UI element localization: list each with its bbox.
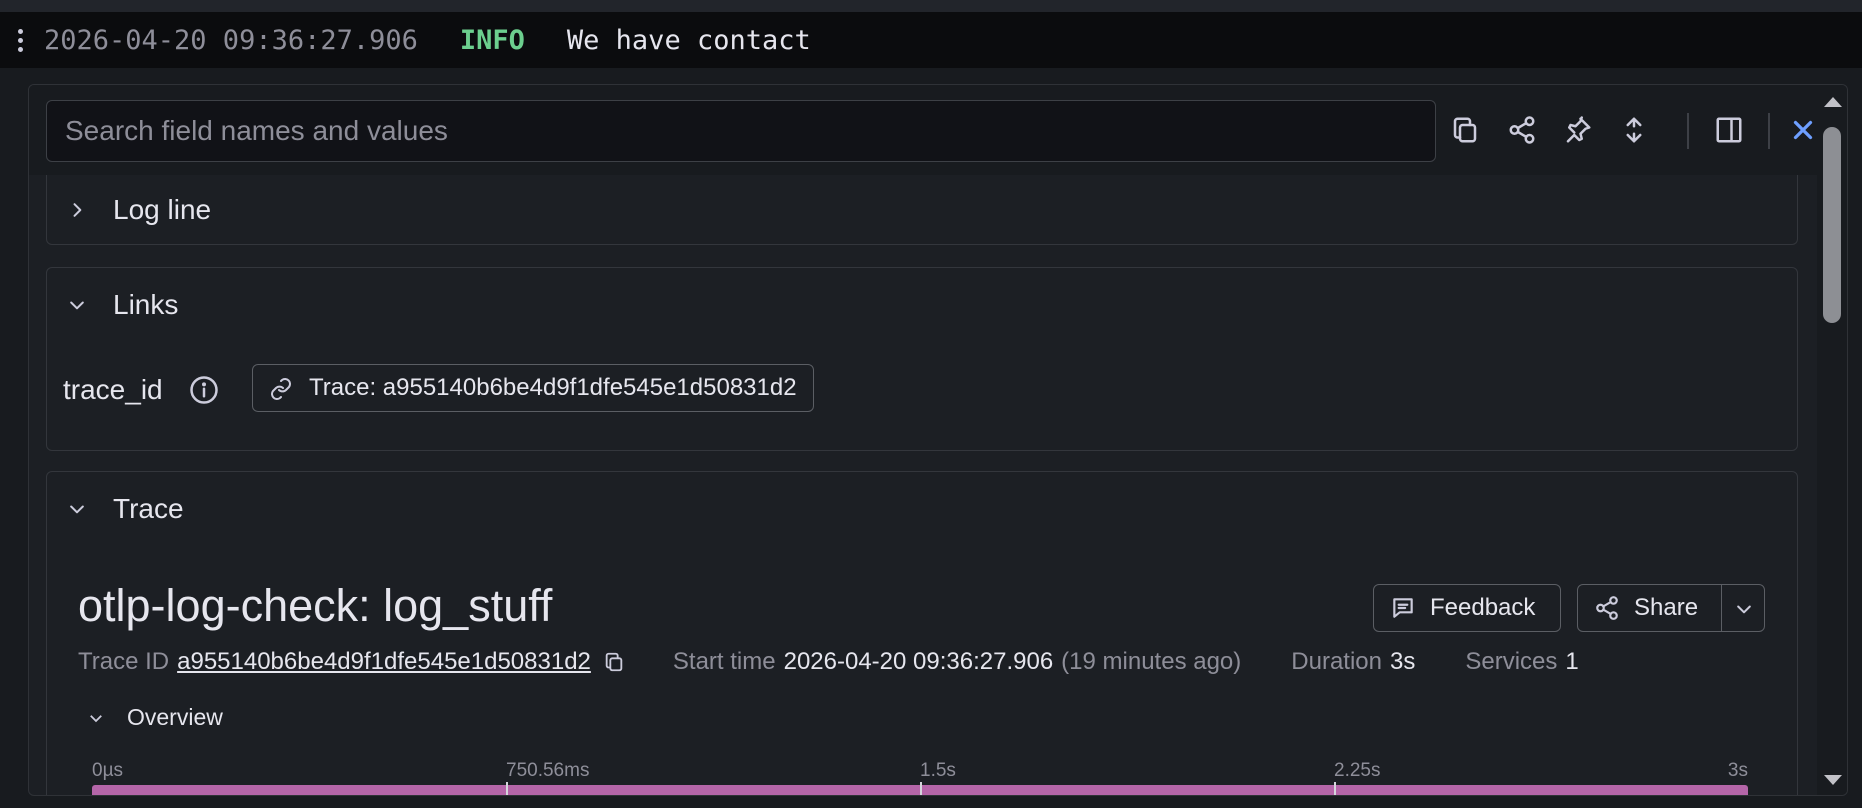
feedback-label: Feedback bbox=[1430, 594, 1536, 621]
section-title: Log line bbox=[113, 194, 212, 225]
scroll-up-arrow-icon[interactable] bbox=[1824, 97, 1842, 107]
share-label: Share bbox=[1634, 594, 1699, 621]
copy-icon[interactable] bbox=[1444, 109, 1486, 151]
tick-mark bbox=[920, 782, 922, 795]
trace-link-button[interactable]: Trace: a955140b6be4d9f1dfe545e1d50831d2 bbox=[252, 364, 814, 412]
tick-mark bbox=[506, 782, 508, 795]
share-button[interactable]: Share bbox=[1577, 584, 1765, 632]
scroll-down-arrow-icon[interactable] bbox=[1824, 775, 1842, 785]
split-divider bbox=[1721, 585, 1722, 631]
duration-value: 3s bbox=[1389, 648, 1416, 675]
share-icon[interactable] bbox=[1501, 109, 1543, 151]
section-title: Links bbox=[113, 289, 179, 320]
overview-toggle[interactable]: Overview bbox=[87, 704, 223, 731]
tick-label: 0µs bbox=[92, 760, 124, 781]
trace-meta: Trace ID a955140b6be4d9f1dfe545e1d50831d… bbox=[78, 648, 1579, 676]
section-log-line: Log line bbox=[46, 175, 1798, 245]
duration-key: Duration bbox=[1291, 648, 1382, 675]
chevron-right-icon bbox=[47, 200, 107, 220]
section-header-links[interactable]: Links bbox=[47, 268, 178, 342]
scrollbar-thumb[interactable] bbox=[1823, 127, 1841, 323]
log-timestamp: 2026-04-20 09:36:27.906 bbox=[44, 24, 418, 56]
link-icon bbox=[271, 378, 291, 400]
overview-label: Overview bbox=[127, 704, 223, 730]
chevron-down-icon bbox=[47, 499, 107, 519]
log-level: INFO bbox=[459, 24, 525, 56]
trace-link-label: Trace: a955140b6be4d9f1dfe545e1d50831d2 bbox=[309, 374, 797, 401]
scrollbar[interactable] bbox=[1817, 85, 1847, 795]
section-links: Links trace_id Trace: a955140b6be4d9f1df… bbox=[46, 267, 1798, 451]
pin-icon[interactable] bbox=[1557, 109, 1599, 151]
tick-label: 3s bbox=[1727, 760, 1748, 781]
start-time-relative: (19 minutes ago) bbox=[1061, 648, 1242, 675]
services-key: Services bbox=[1465, 648, 1558, 675]
sidebar-toggle-icon[interactable] bbox=[1708, 109, 1750, 151]
section-header-log-line[interactable]: Log line bbox=[47, 175, 211, 245]
copy-icon[interactable] bbox=[603, 651, 625, 673]
log-message: We have contact bbox=[566, 24, 811, 56]
log-details-panel: Log line Links trace_id Trace: a955140b6… bbox=[28, 84, 1848, 796]
section-header-trace[interactable]: Trace bbox=[47, 472, 184, 546]
share-options-chevron-icon[interactable] bbox=[1734, 598, 1754, 626]
toolbar-divider bbox=[1687, 113, 1689, 149]
trace-id-key: Trace ID bbox=[78, 648, 170, 675]
tick-label: 750.56ms bbox=[506, 760, 590, 781]
search-input[interactable] bbox=[46, 100, 1436, 162]
section-title: Trace bbox=[113, 493, 184, 524]
timeline-ticks: 0µs 750.56ms 1.5s 2.25s 3s bbox=[92, 760, 1748, 781]
chevron-down-icon bbox=[90, 714, 102, 722]
details-toolbar bbox=[29, 85, 1817, 175]
log-row[interactable]: 2026-04-20 09:36:27.906 INFO We have con… bbox=[0, 12, 1862, 68]
services-value: 1 bbox=[1565, 648, 1579, 675]
feedback-button[interactable]: Feedback bbox=[1373, 584, 1561, 632]
start-time-key: Start time bbox=[672, 648, 776, 675]
tick-label: 2.25s bbox=[1334, 760, 1381, 781]
tick-label: 1.5s bbox=[920, 760, 956, 781]
share-icon bbox=[1596, 596, 1618, 620]
top-strip bbox=[0, 0, 1862, 12]
trace-title: otlp-log-check: log_stuff bbox=[78, 580, 553, 631]
expand-collapse-icon[interactable] bbox=[1613, 109, 1655, 151]
field-name-trace-id: trace_id bbox=[63, 374, 163, 405]
chevron-down-icon bbox=[47, 295, 107, 315]
feedback-icon bbox=[1393, 598, 1413, 618]
start-time-value: 2026-04-20 09:36:27.906 bbox=[783, 648, 1054, 675]
trace-id-value[interactable]: a955140b6be4d9f1dfe545e1d50831d2 bbox=[177, 648, 591, 676]
info-icon[interactable] bbox=[189, 375, 219, 405]
tick-mark bbox=[1334, 782, 1336, 795]
toolbar-divider bbox=[1768, 113, 1770, 149]
section-trace: Trace otlp-log-check: log_stuff Feedback… bbox=[46, 471, 1798, 795]
drag-handle-icon[interactable] bbox=[0, 28, 40, 52]
